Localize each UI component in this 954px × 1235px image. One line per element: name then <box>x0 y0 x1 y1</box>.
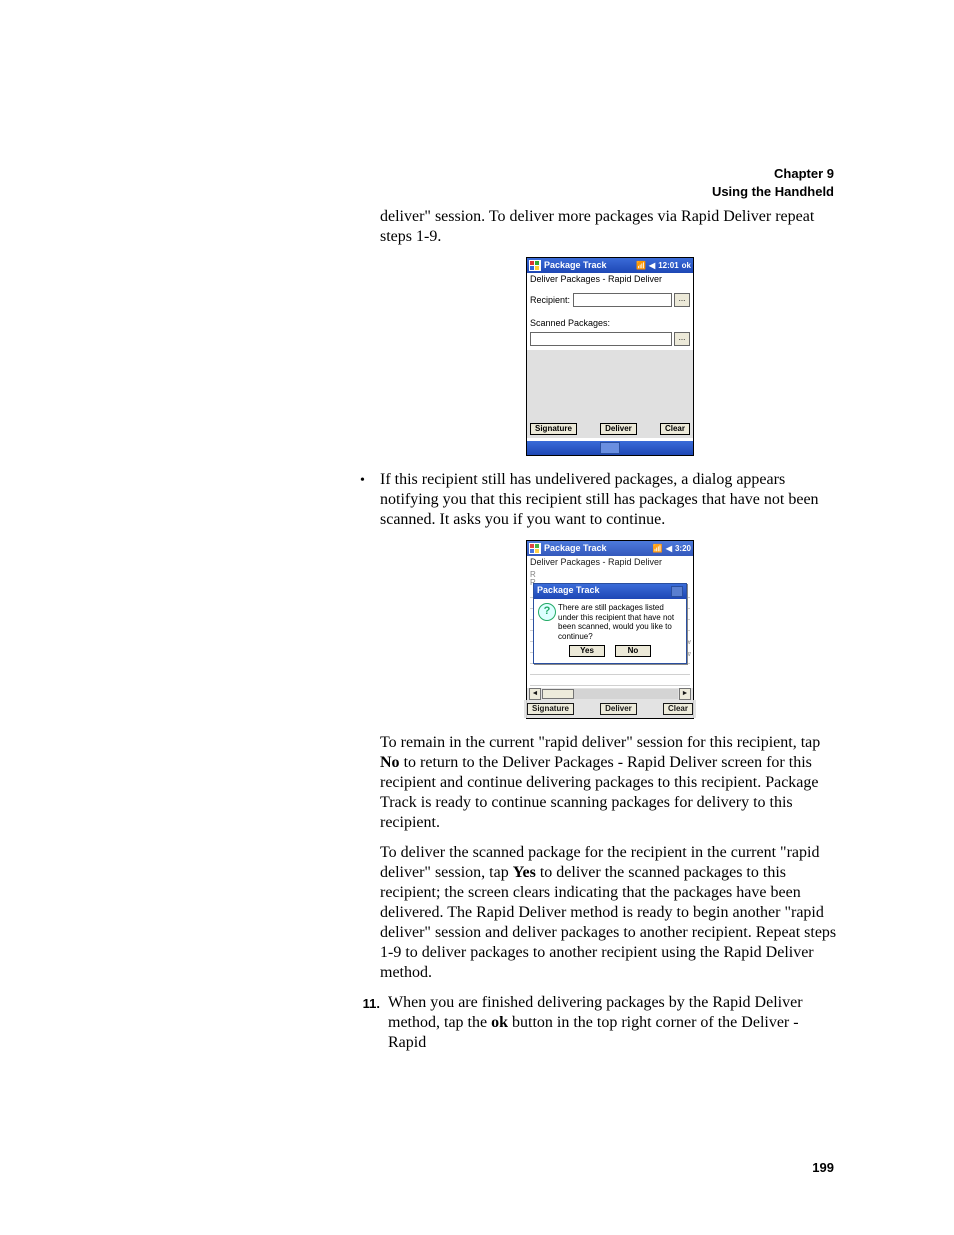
page-header: Chapter 9 Using the Handheld <box>712 165 834 200</box>
para-no-pre: To remain in the current "rapid deliver"… <box>380 734 820 751</box>
page: Chapter 9 Using the Handheld deliver" se… <box>0 0 954 1235</box>
bullet-marker: • <box>360 470 380 530</box>
signature-button[interactable]: Signature <box>527 703 574 715</box>
scanned-packages-label: Scanned Packages: <box>530 319 687 328</box>
speaker-icon: ◀ <box>649 262 655 270</box>
deliver-button[interactable]: Deliver <box>600 423 637 435</box>
recipient-label: Recipient: <box>530 296 570 305</box>
pda1-time: 12:01 <box>658 262 678 270</box>
handheld-screenshot-1: Package Track 📶 ◀ 12:01 ok Deliver Packa… <box>526 257 694 456</box>
dialog-body: ? There are still packages listed under … <box>534 599 686 645</box>
pda1-title: Package Track <box>544 261 636 270</box>
windows-flag-icon <box>529 543 541 554</box>
para-no-post: to return to the Deliver Packages - Rapi… <box>380 754 819 831</box>
chapter-label: Chapter 9 <box>712 165 834 183</box>
pda1-ok-button[interactable]: ok <box>682 262 691 270</box>
bold-ok: ok <box>491 1014 508 1031</box>
windows-flag-icon <box>529 260 541 271</box>
signature-button[interactable]: Signature <box>530 423 577 435</box>
bg-row <box>530 664 690 675</box>
clear-button[interactable]: Clear <box>663 703 693 715</box>
dialog-ok-icon[interactable] <box>671 586 683 597</box>
signal-icon: 📶 <box>636 262 646 270</box>
section-label: Using the Handheld <box>712 183 834 201</box>
pda2-subtitle: Deliver Packages - Rapid Deliver <box>527 556 693 569</box>
dialog-message: There are still packages listed under th… <box>558 603 682 641</box>
handheld-screenshot-2: Package Track 📶 ◀ 3:20 Deliver Packages … <box>526 540 694 719</box>
deliver-button[interactable]: Deliver <box>600 703 637 715</box>
pda1-titlebar: Package Track 📶 ◀ 12:01 ok <box>527 258 693 273</box>
body-area: deliver" session. To deliver more packag… <box>380 207 840 1053</box>
scroll-track[interactable] <box>542 689 678 699</box>
step-text: When you are finished delivering package… <box>388 993 840 1053</box>
scanned-browse-button[interactable]: ... <box>674 332 690 346</box>
para-no: To remain in the current "rapid deliver"… <box>380 733 840 833</box>
recipient-browse-button[interactable]: ... <box>674 293 690 307</box>
para-yes-post: to deliver the scanned packages to this … <box>380 864 836 981</box>
speaker-icon: ◀ <box>666 545 672 553</box>
pda2-titlebar: Package Track 📶 ◀ 3:20 <box>527 541 693 556</box>
recipient-input[interactable] <box>573 293 672 307</box>
step-11: 11. When you are finished delivering pac… <box>340 993 840 1053</box>
pda2-title: Package Track <box>544 544 653 553</box>
keyboard-icon[interactable] <box>600 442 620 454</box>
pda1-status: 📶 ◀ 12:01 ok <box>636 262 691 270</box>
dialog-title: Package Track <box>537 586 600 597</box>
bullet-item: • If this recipient still has undelivere… <box>360 470 840 530</box>
bg-row <box>530 675 690 686</box>
bg-row: R <box>530 571 690 579</box>
bold-no: No <box>380 754 400 771</box>
clear-button[interactable]: Clear <box>660 423 690 435</box>
dialog-buttons: Yes No <box>534 645 686 663</box>
scroll-thumb[interactable] <box>542 689 574 699</box>
scroll-left-icon[interactable]: ◄ <box>529 688 541 700</box>
pda1-button-row: Signature Deliver Clear <box>527 420 693 438</box>
pda1-empty-area <box>527 350 693 420</box>
pda1-taskbar <box>527 441 693 455</box>
pda1-subtitle: Deliver Packages - Rapid Deliver <box>527 273 693 286</box>
signal-icon: 📶 <box>653 545 663 553</box>
no-button[interactable]: No <box>615 645 651 657</box>
bold-yes: Yes <box>513 864 536 881</box>
intro-fragment: deliver" session. To deliver more packag… <box>380 207 840 247</box>
pda2-button-row: Signature Deliver Clear <box>524 700 696 718</box>
scroll-right-icon[interactable]: ► <box>679 688 691 700</box>
bullet-text: If this recipient still has undelivered … <box>380 470 840 530</box>
scanned-input[interactable] <box>530 332 672 346</box>
pda1-content: Recipient: ... Scanned Packages: ... Sig… <box>527 286 693 441</box>
pda2-time: 3:20 <box>675 545 691 553</box>
step-number: 11. <box>340 993 388 1053</box>
pda2-status: 📶 ◀ 3:20 <box>653 545 691 553</box>
page-number: 199 <box>812 1160 834 1175</box>
confirm-dialog: Package Track ? There are still packages… <box>533 583 687 664</box>
yes-button[interactable]: Yes <box>569 645 605 657</box>
pda2-scrollbar[interactable]: ◄ ► <box>527 688 693 700</box>
dialog-titlebar: Package Track <box>534 584 686 599</box>
question-icon: ? <box>538 603 558 641</box>
para-yes: To deliver the scanned package for the r… <box>380 843 840 983</box>
